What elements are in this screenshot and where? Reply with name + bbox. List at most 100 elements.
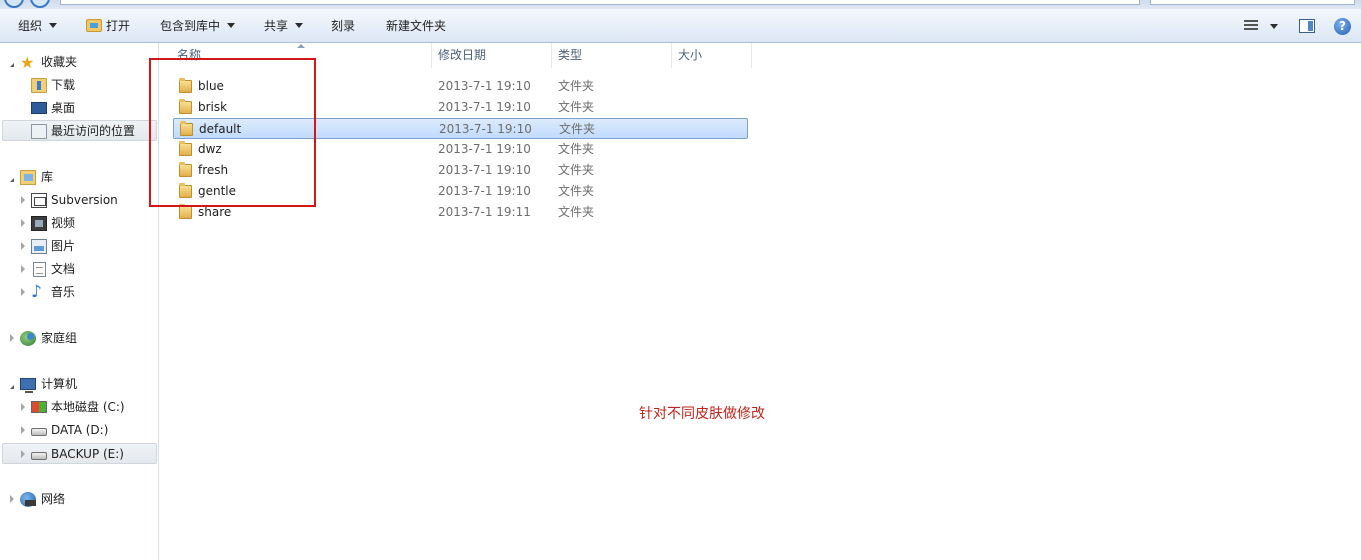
nav-item-label: 图片 (51, 239, 76, 253)
file-type: 文件夹 (558, 163, 595, 177)
new-folder-button[interactable]: 新建文件夹 (386, 17, 446, 35)
column-header-modified[interactable]: 修改日期 (432, 43, 552, 68)
collapse-arrow-icon[interactable] (21, 403, 25, 411)
column-header-type[interactable]: 类型 (552, 43, 672, 68)
nav-item-drive-c[interactable]: 本地磁盘 (C:) (0, 397, 158, 418)
chevron-down-icon (295, 23, 304, 28)
nav-item-label: Subversion (51, 193, 118, 207)
collapse-arrow-icon[interactable] (10, 334, 14, 342)
nav-libraries[interactable]: 库 (0, 167, 158, 188)
file-modified: 2013-7-1 19:10 (438, 79, 531, 93)
nav-item-recent-places[interactable]: 最近访问的位置 (2, 120, 157, 141)
file-type: 文件夹 (558, 100, 595, 114)
nav-item-label: 最近访问的位置 (51, 124, 136, 138)
expand-arrow-icon[interactable] (10, 174, 14, 182)
share-menu-button[interactable]: 共享 (264, 17, 304, 35)
nav-item-label: 桌面 (51, 101, 76, 115)
library-icon (20, 170, 36, 185)
picture-icon (31, 239, 47, 254)
chevron-down-icon (227, 23, 236, 28)
nav-homegroup[interactable]: 家庭组 (0, 328, 158, 349)
collapse-arrow-icon[interactable] (21, 450, 25, 458)
collapse-arrow-icon[interactable] (21, 288, 25, 296)
nav-item-videos[interactable]: 视频 (0, 213, 158, 234)
nav-item-drive-e[interactable]: BACKUP (E:) (2, 443, 157, 464)
collapse-arrow-icon[interactable] (21, 196, 25, 204)
column-header-size[interactable]: 大小 (672, 43, 752, 68)
document-icon (33, 262, 46, 277)
nav-network[interactable]: 网络 (0, 489, 158, 510)
collapse-arrow-icon[interactable] (21, 242, 25, 250)
open-label: 打开 (106, 19, 131, 33)
subversion-icon (31, 193, 47, 208)
nav-item-drive-d[interactable]: DATA (D:) (0, 420, 158, 441)
open-button[interactable]: 打开 (106, 17, 130, 35)
drive-icon (31, 452, 47, 460)
collapse-arrow-icon[interactable] (21, 219, 25, 227)
preview-pane-icon[interactable] (1299, 19, 1315, 33)
organize-menu-button[interactable]: 组织 (18, 17, 58, 35)
collapse-arrow-icon[interactable] (21, 426, 25, 434)
expand-arrow-icon[interactable] (10, 59, 14, 67)
file-modified: 2013-7-1 19:10 (438, 163, 531, 177)
new-folder-label: 新建文件夹 (386, 19, 447, 33)
nav-item-music[interactable]: ♪ 音乐 (0, 282, 158, 303)
nav-item-subversion[interactable]: Subversion (0, 190, 158, 211)
file-modified: 2013-7-1 19:10 (439, 122, 532, 136)
file-type: 文件夹 (558, 205, 595, 219)
include-in-library-label: 包含到库中 (160, 19, 221, 33)
nav-item-pictures[interactable]: 图片 (0, 236, 158, 257)
nav-item-desktop[interactable]: 桌面 (0, 98, 158, 119)
file-type: 文件夹 (558, 184, 595, 198)
nav-item-label: 下载 (51, 78, 76, 92)
folder-icon (179, 204, 192, 219)
collapse-arrow-icon[interactable] (10, 495, 14, 503)
expand-arrow-icon[interactable] (10, 381, 14, 389)
column-size-label: 大小 (678, 48, 703, 62)
burn-label: 刻录 (331, 19, 356, 33)
back-button[interactable] (4, 0, 24, 8)
file-modified: 2013-7-1 19:10 (438, 142, 531, 156)
organize-label: 组织 (18, 19, 43, 33)
address-bar[interactable] (60, 0, 1140, 5)
burn-button[interactable]: 刻录 (331, 17, 355, 35)
nav-favorites-label: 收藏夹 (41, 55, 78, 69)
sort-ascending-icon (297, 44, 305, 48)
nav-item-documents[interactable]: 文档 (0, 259, 158, 280)
window-frame-top (0, 0, 1361, 9)
nav-computer[interactable]: 计算机 (0, 374, 158, 395)
file-modified: 2013-7-1 19:10 (438, 100, 531, 114)
help-icon[interactable]: ? (1334, 18, 1351, 35)
nav-item-label: 文档 (51, 262, 76, 276)
command-bar: 组织 打开 包含到库中 共享 刻录 新建文件夹 ? (0, 9, 1361, 43)
collapse-arrow-icon[interactable] (21, 265, 25, 273)
column-type-label: 类型 (558, 48, 583, 62)
open-icon (86, 19, 102, 32)
nav-favorites[interactable]: ★ 收藏夹 (0, 52, 158, 73)
recent-places-icon (31, 124, 47, 139)
file-modified: 2013-7-1 19:10 (438, 184, 531, 198)
navigation-pane: ★ 收藏夹 下载 桌面 最近访问的位置 库 Subversion 视频 图片 文… (0, 43, 159, 560)
desktop-icon (31, 102, 47, 114)
nav-item-downloads[interactable]: 下载 (0, 75, 158, 96)
nav-item-label: 视频 (51, 216, 76, 230)
search-box[interactable] (1150, 0, 1355, 5)
view-options-icon[interactable] (1244, 20, 1258, 32)
chevron-down-icon (49, 23, 58, 28)
nav-libraries-label: 库 (41, 170, 54, 184)
nav-item-label: 本地磁盘 (C:) (51, 400, 125, 414)
network-icon (20, 492, 36, 507)
nav-item-label: 音乐 (51, 285, 76, 299)
annotation-highlight-box (149, 58, 316, 207)
homegroup-icon (20, 331, 36, 346)
music-icon: ♪ (31, 282, 42, 302)
file-type: 文件夹 (558, 79, 595, 93)
column-modified-label: 修改日期 (438, 48, 487, 62)
forward-button[interactable] (30, 0, 50, 8)
include-in-library-menu-button[interactable]: 包含到库中 (160, 17, 236, 35)
view-dropdown-chevron-icon[interactable] (1270, 24, 1278, 29)
nav-homegroup-label: 家庭组 (41, 331, 78, 345)
nav-computer-label: 计算机 (41, 377, 78, 391)
file-type: 文件夹 (558, 142, 595, 156)
windows-drive-icon (31, 401, 47, 413)
